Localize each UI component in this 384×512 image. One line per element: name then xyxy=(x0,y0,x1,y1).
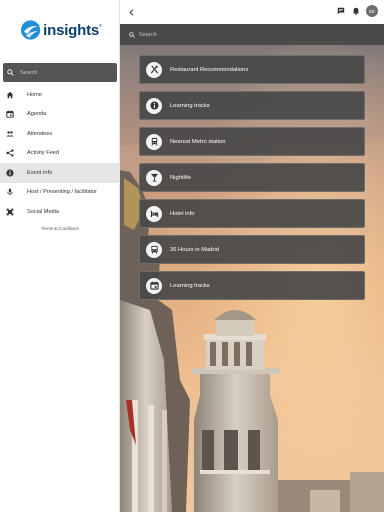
sidebar-search-input[interactable] xyxy=(20,69,100,76)
sidebar-item-agenda[interactable]: Agenda xyxy=(0,105,120,125)
restaurant-icon xyxy=(146,61,162,78)
sidebar-item-label: Social Media xyxy=(27,208,60,215)
hotel-icon xyxy=(146,205,162,222)
sidebar-item-home[interactable]: Home xyxy=(0,85,120,105)
share-icon xyxy=(6,149,14,157)
train-icon xyxy=(146,133,162,150)
info-icon xyxy=(6,169,14,177)
search-icon xyxy=(129,31,135,38)
tile-learning-tracks[interactable]: Learning tracks xyxy=(139,91,365,120)
tile-hotel-info[interactable]: Hotel info xyxy=(139,199,365,228)
insights-logo[interactable]: insights ® xyxy=(20,17,102,43)
tile-label: Restaurant Recommendations xyxy=(170,66,249,73)
people-icon xyxy=(6,130,14,138)
microphone-icon xyxy=(6,188,14,196)
avatar[interactable]: EE xyxy=(366,5,378,17)
tile-label: Learning tracks xyxy=(170,102,210,109)
sidebar-item-label: Activity Feed xyxy=(27,150,60,157)
tile-label: Hotel info xyxy=(170,210,195,217)
tile-label: Nightlife xyxy=(170,174,191,181)
bell-icon[interactable] xyxy=(351,7,360,16)
sidebar-item-label: Home xyxy=(27,91,42,98)
tile-label: Nearest Metro station xyxy=(170,138,226,145)
bus-icon xyxy=(146,241,162,258)
sidebar-item-social-media[interactable]: Social Media xyxy=(0,202,120,222)
tile-label: Learning tracks xyxy=(170,282,210,289)
search-icon xyxy=(7,69,14,76)
top-bar-actions: EE xyxy=(336,5,378,17)
event-info-tiles: Restaurant Recommendations Learning trac… xyxy=(139,55,365,307)
sidebar-item-label: Event Info xyxy=(27,169,53,176)
chat-icon[interactable] xyxy=(336,7,345,16)
terms-link[interactable]: Terms & Conditions xyxy=(0,226,120,231)
tile-label: 36 Hours in Madrid xyxy=(170,246,219,253)
info-icon xyxy=(146,97,162,114)
sidebar-nav: Home Agenda Attendees Activity Feed Even… xyxy=(0,85,120,222)
sidebar-item-label: Attendees xyxy=(27,130,53,137)
tile-restaurant-recommendations[interactable]: Restaurant Recommendations xyxy=(139,55,365,84)
tile-nightlife[interactable]: Nightlife xyxy=(139,163,365,192)
sidebar: insights® Home Agenda Attendees Activity… xyxy=(0,0,120,512)
sidebar-item-attendees[interactable]: Attendees xyxy=(0,124,120,144)
brand-name: insights xyxy=(43,21,100,39)
sidebar-item-label: Agenda xyxy=(27,111,47,118)
tile-36-hours-in-madrid[interactable]: 36 Hours in Madrid xyxy=(139,235,365,264)
main-content: EE Restaurant Recommendations Learning t… xyxy=(120,0,384,512)
main-search-input[interactable] xyxy=(139,31,339,38)
tile-nearest-metro-station[interactable]: Nearest Metro station xyxy=(139,127,365,156)
sidebar-search[interactable] xyxy=(3,63,117,82)
back-button[interactable] xyxy=(126,6,136,18)
sidebar-item-event-info[interactable]: Event Info xyxy=(0,163,120,183)
calendar-icon xyxy=(6,110,14,118)
main-search[interactable] xyxy=(120,24,384,45)
cocktail-icon xyxy=(146,169,162,186)
insights-logo-icon xyxy=(20,20,41,40)
brand-trademark: ® xyxy=(99,22,102,28)
sidebar-item-label: Host / Presenting / facilitator xyxy=(27,189,97,196)
sidebar-item-host[interactable]: Host / Presenting / facilitator xyxy=(0,183,120,203)
calendar-icon xyxy=(146,277,162,294)
home-icon xyxy=(6,91,14,99)
top-bar: EE xyxy=(120,0,384,24)
chevron-left-icon xyxy=(128,8,133,16)
sidebar-item-activity-feed[interactable]: Activity Feed xyxy=(0,144,120,164)
tile-learning-tracks-2[interactable]: Learning tracks xyxy=(139,271,365,300)
social-icon xyxy=(6,208,14,216)
